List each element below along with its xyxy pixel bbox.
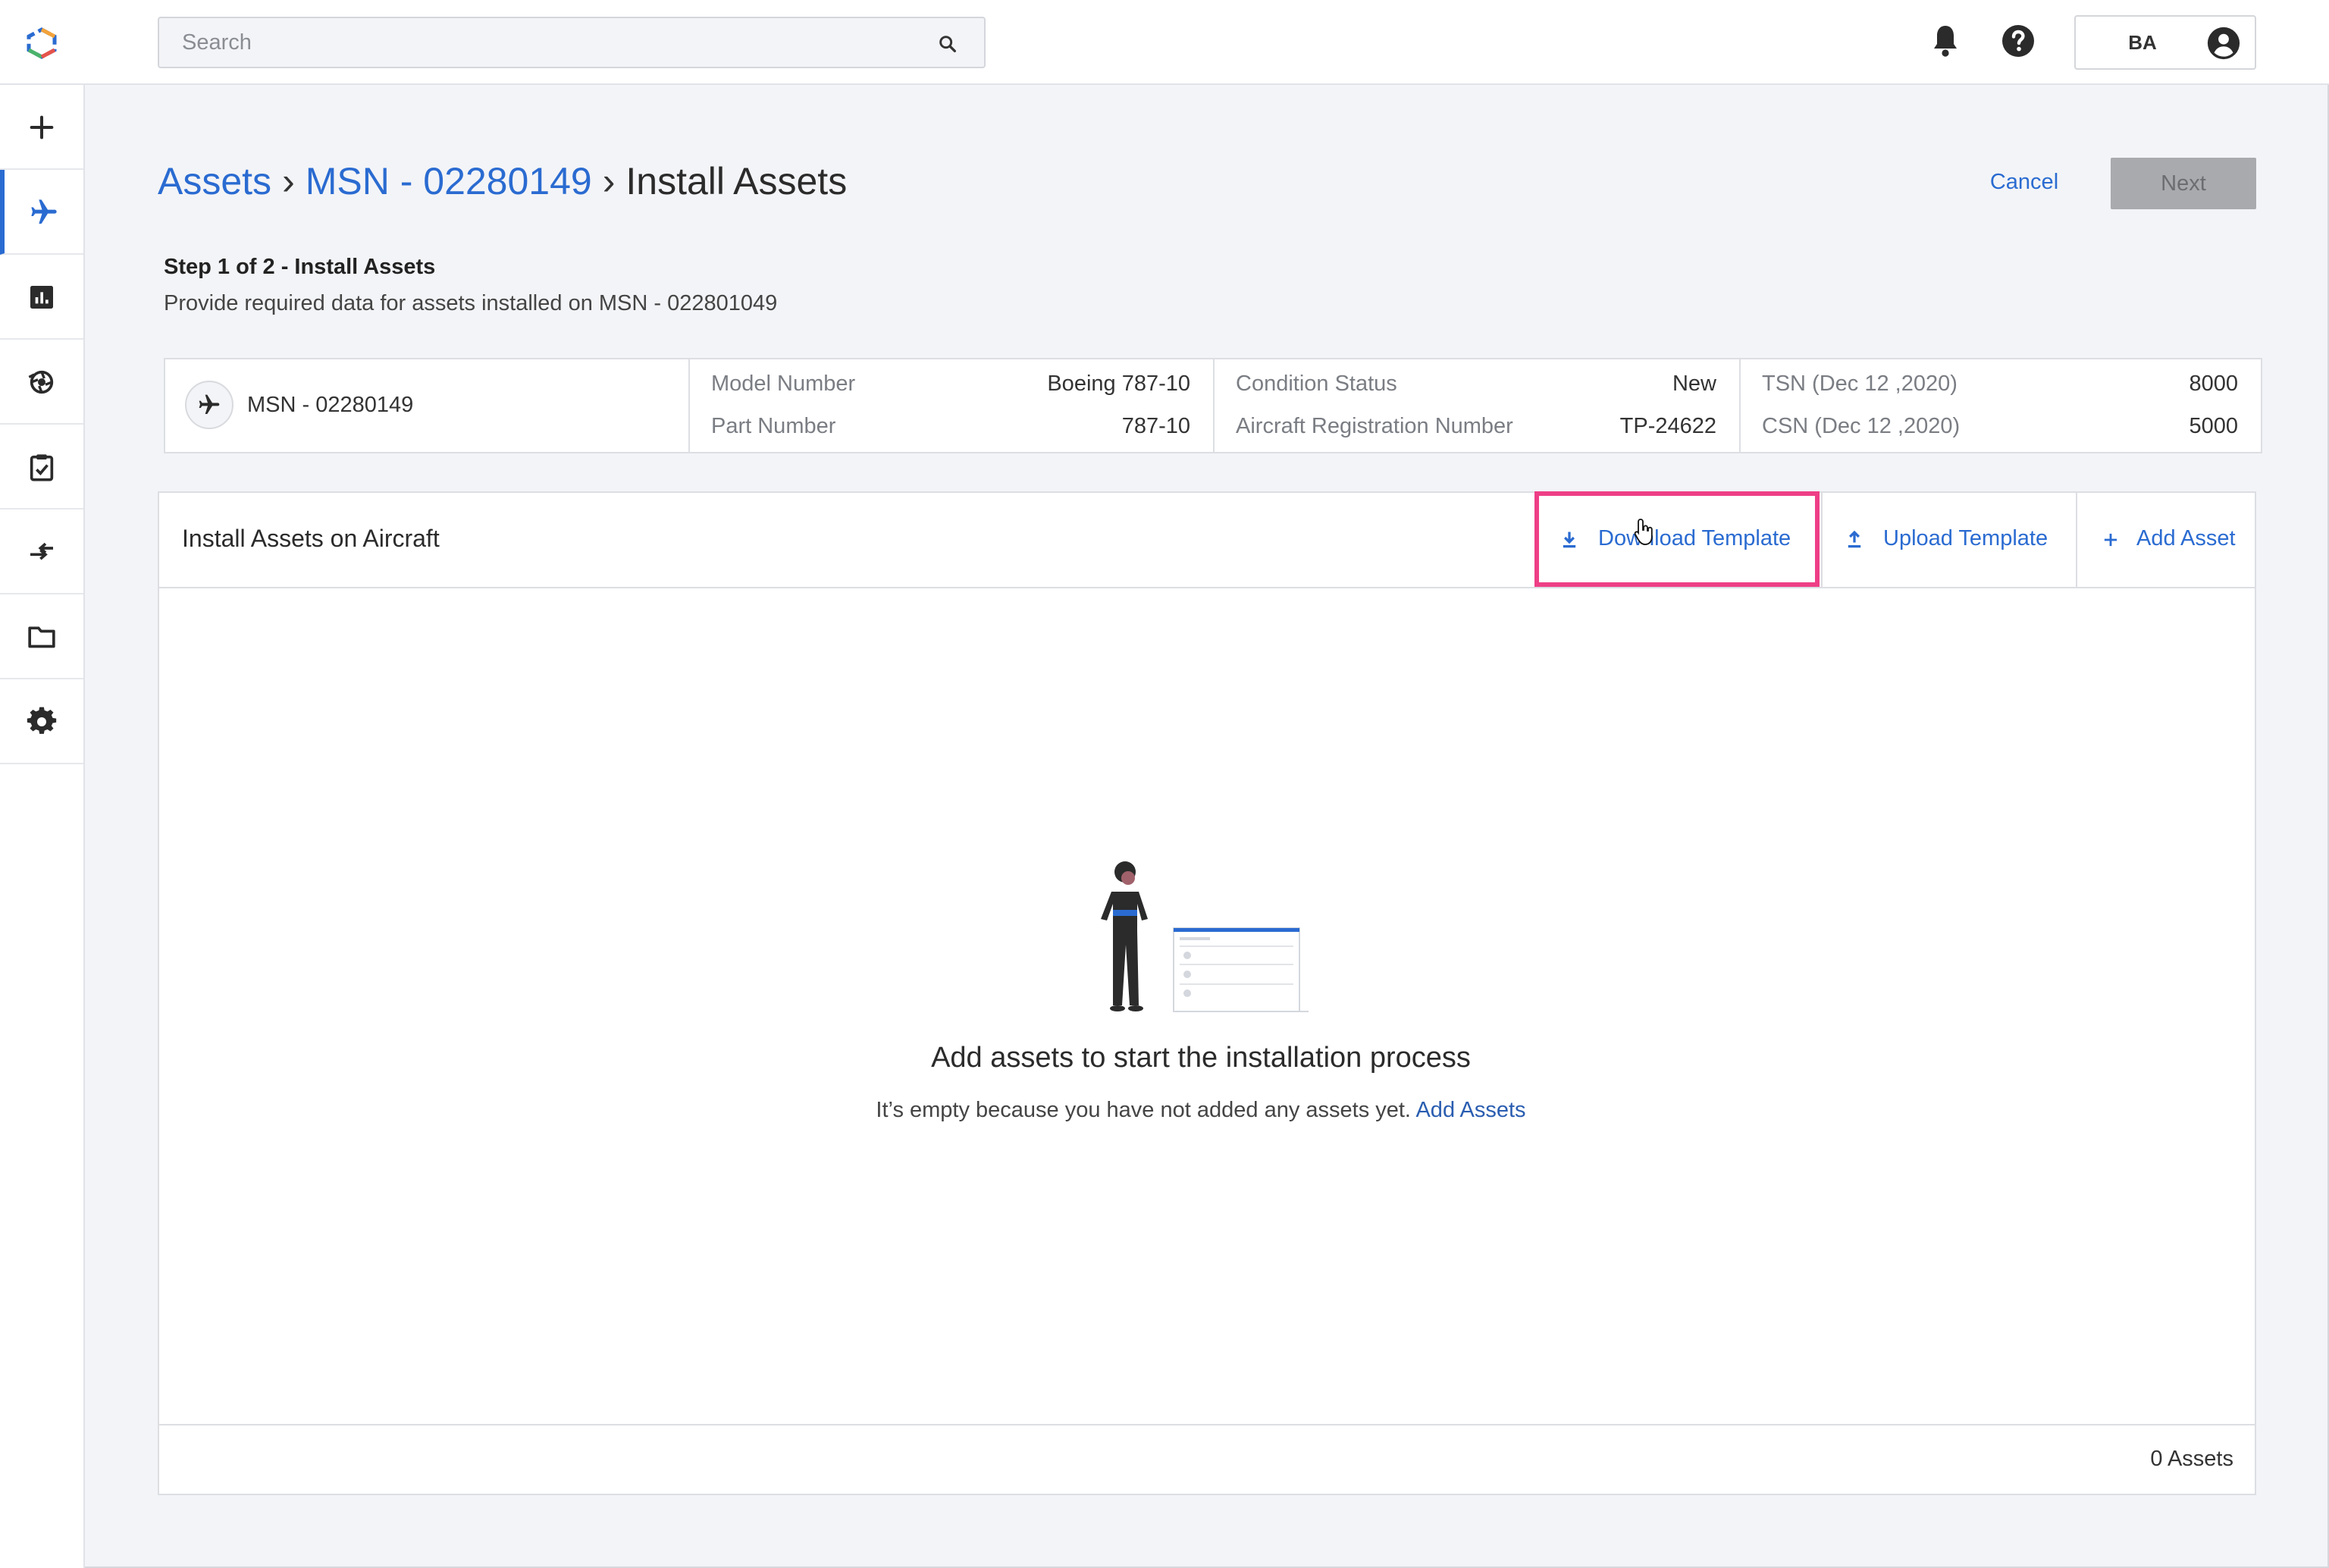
model-number-row: Model Number Boeing 787-10 — [711, 372, 1190, 402]
sidebar-item-tasks[interactable] — [0, 425, 83, 510]
step-title: Step 1 of 2 - Install Assets — [164, 255, 436, 279]
csn-label: CSN (Dec 12 ,2020) — [1762, 414, 1961, 438]
breadcrumb-separator: › — [282, 160, 295, 202]
bar-chart-icon — [30, 286, 53, 309]
panel-footer: 0 Assets — [159, 1424, 2255, 1494]
airplane-icon — [31, 199, 57, 224]
top-bar: BA — [0, 0, 2329, 85]
model-number-label: Model Number — [711, 372, 856, 396]
panel-title: Install Assets on Aircraft — [182, 525, 440, 552]
empty-state-title: Add assets to start the installation pro… — [931, 1042, 1471, 1074]
transfer-arrows-icon — [30, 542, 53, 560]
breadcrumb-assets-link[interactable]: Assets — [158, 160, 271, 202]
engine-icon — [28, 370, 54, 394]
gear-icon — [27, 707, 57, 734]
aircraft-usage-cell: TSN (Dec 12 ,2020) 8000 CSN (Dec 12 ,202… — [1741, 359, 2261, 452]
part-number-label: Part Number — [711, 414, 836, 438]
aircraft-identity-cell: MSN - 02280149 — [165, 359, 690, 452]
aircraft-badge — [185, 381, 234, 429]
sidebar-item-transfers[interactable] — [0, 510, 83, 594]
airplane-icon — [199, 394, 220, 414]
search-icon[interactable] — [937, 33, 958, 55]
aircraft-msn: MSN - 02280149 — [247, 393, 414, 417]
aircraft-status-cell: Condition Status New Aircraft Registrati… — [1215, 359, 1741, 452]
registration-value: TP-24622 — [1619, 414, 1716, 438]
step-description: Provide required data for assets install… — [164, 291, 778, 315]
csn-value: 5000 — [2189, 414, 2238, 438]
sidebar-item-aircraft[interactable] — [0, 170, 83, 255]
account-icon — [2207, 27, 2240, 60]
breadcrumb-msn-link[interactable]: MSN - 02280149 — [306, 160, 592, 202]
condition-status-value: New — [1672, 372, 1716, 396]
page-title: Install Assets — [625, 160, 848, 202]
clipboard-check-icon — [30, 454, 54, 481]
sidebar-item-documents[interactable] — [0, 594, 83, 679]
registration-label: Aircraft Registration Number — [1236, 414, 1513, 438]
sidebar-item-create[interactable] — [0, 85, 83, 170]
next-button[interactable]: Next — [2111, 158, 2256, 209]
plus-icon — [2104, 533, 2117, 547]
bell-icon[interactable] — [1927, 23, 1964, 59]
aircraft-summary-card: MSN - 02280149 Model Number Boeing 787-1… — [164, 358, 2262, 453]
aircraft-model-cell: Model Number Boeing 787-10 Part Number 7… — [690, 359, 1215, 452]
user-initials: BA — [2128, 31, 2157, 54]
search-box — [158, 17, 986, 68]
add-asset-button[interactable]: Add Asset — [2076, 493, 2255, 588]
sidebar-item-reports[interactable] — [0, 255, 83, 340]
hand-cursor-icon — [1634, 519, 1653, 545]
sidebar-item-engines[interactable] — [0, 340, 83, 425]
registration-row: Aircraft Registration Number TP-24622 — [1236, 414, 1716, 444]
download-icon — [1563, 532, 1576, 548]
empty-state-description: It’s empty because you have not added an… — [0, 1098, 2329, 1123]
part-number-value: 787-10 — [1121, 414, 1190, 438]
csn-row: CSN (Dec 12 ,2020) 5000 — [1762, 414, 2238, 444]
upload-template-label: Upload Template — [1883, 526, 2048, 550]
search-input[interactable] — [159, 18, 984, 67]
sidebar — [0, 85, 85, 1568]
asset-count: 0 Assets — [2150, 1447, 2233, 1471]
part-number-row: Part Number 787-10 — [711, 414, 1190, 444]
add-assets-link[interactable]: Add Assets — [1415, 1098, 1525, 1122]
upload-icon — [1848, 530, 1861, 548]
upload-template-button[interactable]: Upload Template — [1821, 493, 2076, 588]
download-template-button[interactable]: Download Template — [1536, 493, 1821, 588]
breadcrumb: Assets › MSN - 02280149 › Install Assets — [158, 156, 847, 206]
empty-state-illustration — [1101, 861, 1309, 1012]
app-logo[interactable] — [24, 27, 59, 59]
download-template-label: Download Template — [1598, 526, 1791, 550]
add-asset-label: Add Asset — [2136, 526, 2236, 550]
cancel-button[interactable]: Cancel — [1971, 159, 2077, 205]
model-number-value: Boeing 787-10 — [1047, 372, 1190, 396]
help-icon[interactable] — [2000, 23, 2036, 59]
breadcrumb-separator: › — [602, 160, 616, 202]
panel-header: Install Assets on Aircraft Download Temp… — [159, 493, 2255, 588]
empty-state-text: It’s empty because you have not added an… — [876, 1098, 1411, 1122]
tsn-value: 8000 — [2189, 372, 2238, 396]
plus-icon — [30, 115, 54, 140]
sidebar-item-settings[interactable] — [0, 679, 83, 764]
user-menu[interactable]: BA — [2074, 15, 2256, 70]
condition-status-label: Condition Status — [1236, 372, 1397, 396]
tsn-label: TSN (Dec 12 ,2020) — [1762, 372, 1958, 396]
condition-status-row: Condition Status New — [1236, 372, 1716, 402]
folder-icon — [28, 626, 55, 648]
tsn-row: TSN (Dec 12 ,2020) 8000 — [1762, 372, 2238, 402]
